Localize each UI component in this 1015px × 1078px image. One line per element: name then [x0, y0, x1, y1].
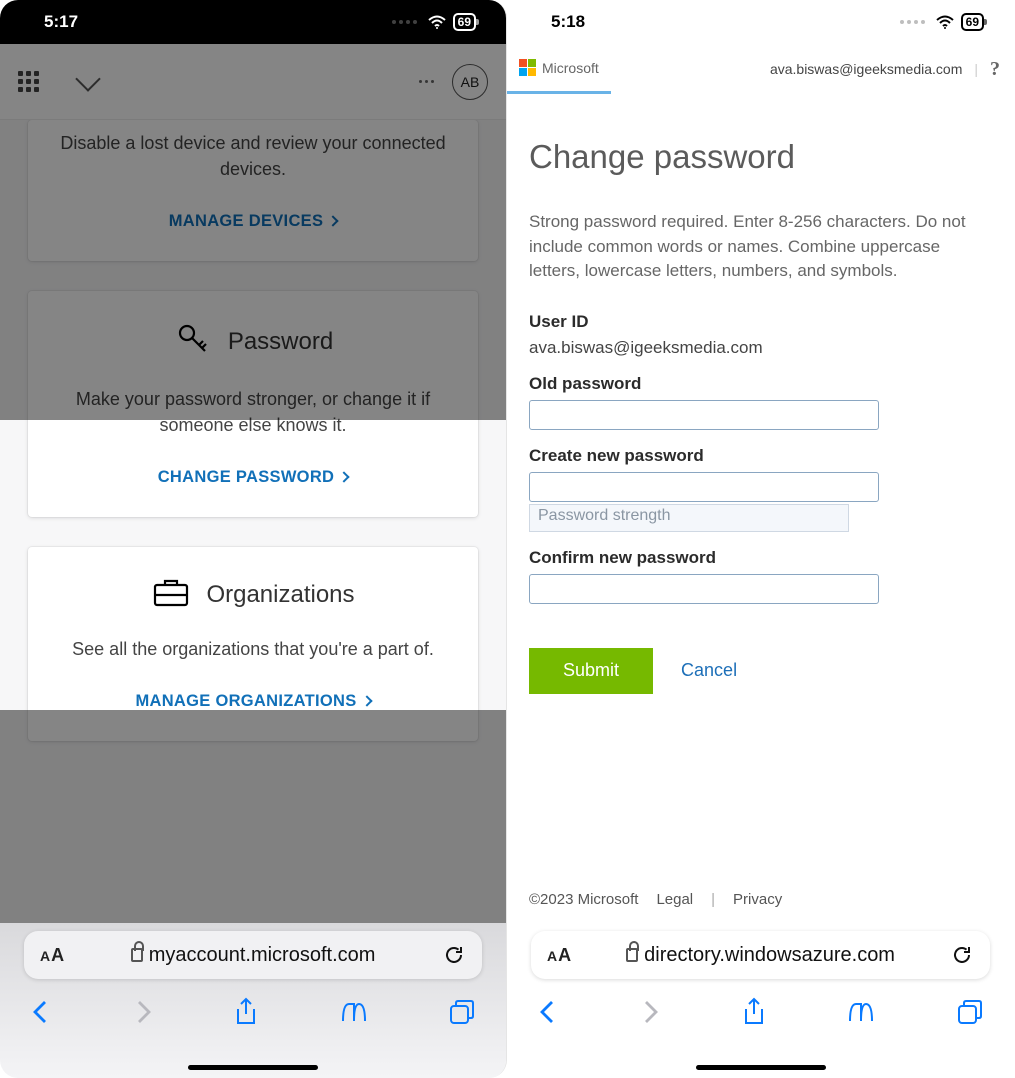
url-text: directory.windowsazure.com [644, 944, 895, 967]
account-email[interactable]: ava.biswas@igeeksmedia.com [770, 61, 962, 77]
reload-icon[interactable] [950, 943, 974, 967]
safari-chrome: AA myaccount.microsoft.com [0, 923, 506, 1078]
home-indicator [188, 1065, 318, 1070]
footer-legal-link[interactable]: Legal [656, 891, 693, 908]
cancel-link[interactable]: Cancel [681, 660, 737, 681]
text-size-button[interactable]: AA [547, 945, 571, 966]
back-button[interactable] [537, 998, 559, 1031]
address-bar[interactable]: AA directory.windowsazure.com [531, 931, 990, 979]
avatar[interactable]: AB [452, 64, 488, 100]
devices-description: Disable a lost device and review your co… [50, 130, 456, 182]
microsoft-logo-icon [519, 59, 536, 76]
manage-devices-link[interactable]: MANAGE DEVICES [169, 212, 338, 230]
footer-copyright: ©2023 Microsoft [529, 891, 638, 908]
password-description: Make your password stronger, or change i… [50, 386, 456, 438]
phone-left: 5:17 69 AB Disable a lost device and rev… [0, 0, 507, 1078]
page-footer: ©2023 Microsoft Legal | Privacy [507, 883, 1014, 918]
tabs-button[interactable] [956, 998, 984, 1031]
lock-icon [626, 948, 638, 962]
change-password-form: Change password Strong password required… [507, 94, 1014, 694]
chevron-right-icon [328, 216, 339, 227]
devices-tile: Disable a lost device and review your co… [28, 120, 478, 261]
user-id-label: User ID [529, 312, 992, 332]
help-icon[interactable]: ? [990, 58, 1000, 81]
status-time: 5:17 [44, 12, 78, 32]
old-password-input[interactable] [529, 400, 879, 430]
page-title: Change password [529, 138, 992, 176]
forward-button [639, 998, 661, 1031]
new-password-label: Create new password [529, 446, 992, 466]
submit-button[interactable]: Submit [529, 648, 653, 694]
password-strength-meter: Password strength [529, 504, 849, 532]
address-bar[interactable]: AA myaccount.microsoft.com [24, 931, 482, 979]
share-button[interactable] [233, 997, 259, 1032]
microsoft-header: Microsoft ava.biswas@igeeksmedia.com | ? [507, 44, 1014, 94]
new-password-input[interactable] [529, 472, 879, 502]
old-password-label: Old password [529, 374, 992, 394]
manage-organizations-link[interactable]: MANAGE ORGANIZATIONS [135, 692, 370, 710]
password-title: Password [228, 328, 333, 356]
confirm-password-input[interactable] [529, 574, 879, 604]
bookmarks-button[interactable] [339, 999, 369, 1030]
text-size-button[interactable]: AA [40, 945, 64, 966]
confirm-password-label: Confirm new password [529, 548, 992, 568]
password-tile: Password Make your password stronger, or… [28, 291, 478, 517]
briefcase-icon [151, 575, 191, 614]
home-indicator [696, 1065, 826, 1070]
battery-icon: 69 [453, 13, 476, 31]
back-button[interactable] [30, 998, 52, 1031]
key-icon [173, 319, 213, 364]
tabs-button[interactable] [448, 998, 476, 1031]
lock-icon [131, 948, 143, 962]
app-launcher-icon[interactable] [18, 71, 39, 92]
share-button[interactable] [741, 997, 767, 1032]
url-text: myaccount.microsoft.com [149, 944, 376, 967]
wifi-icon [935, 15, 955, 30]
organizations-tile: Organizations See all the organizations … [28, 547, 478, 741]
cell-dots-icon [392, 20, 417, 24]
chevron-down-icon[interactable] [75, 66, 100, 91]
forward-button [132, 998, 154, 1031]
organizations-description: See all the organizations that you're a … [50, 636, 456, 662]
change-password-link[interactable]: CHANGE PASSWORD [158, 468, 349, 486]
footer-privacy-link[interactable]: Privacy [733, 891, 782, 908]
more-icon[interactable] [419, 80, 434, 83]
safari-chrome: AA directory.windowsazure.com [507, 923, 1014, 1078]
chevron-right-icon [339, 472, 350, 483]
bookmarks-button[interactable] [846, 999, 876, 1030]
status-bar: 5:18 69 [507, 0, 1014, 44]
reload-icon[interactable] [442, 943, 466, 967]
status-bar: 5:17 69 [0, 0, 506, 44]
password-requirements: Strong password required. Enter 8-256 ch… [529, 210, 992, 284]
cell-dots-icon [900, 20, 925, 24]
status-time: 5:18 [551, 12, 585, 32]
chevron-right-icon [361, 696, 372, 707]
user-id-value: ava.biswas@igeeksmedia.com [529, 338, 992, 358]
app-header: AB [0, 44, 506, 120]
battery-icon: 69 [961, 13, 984, 31]
microsoft-brand[interactable]: Microsoft [507, 44, 611, 94]
wifi-icon [427, 15, 447, 30]
organizations-title: Organizations [206, 581, 354, 609]
phone-right: 5:18 69 Microsoft ava.biswas@igeeksmedia… [507, 0, 1014, 1078]
